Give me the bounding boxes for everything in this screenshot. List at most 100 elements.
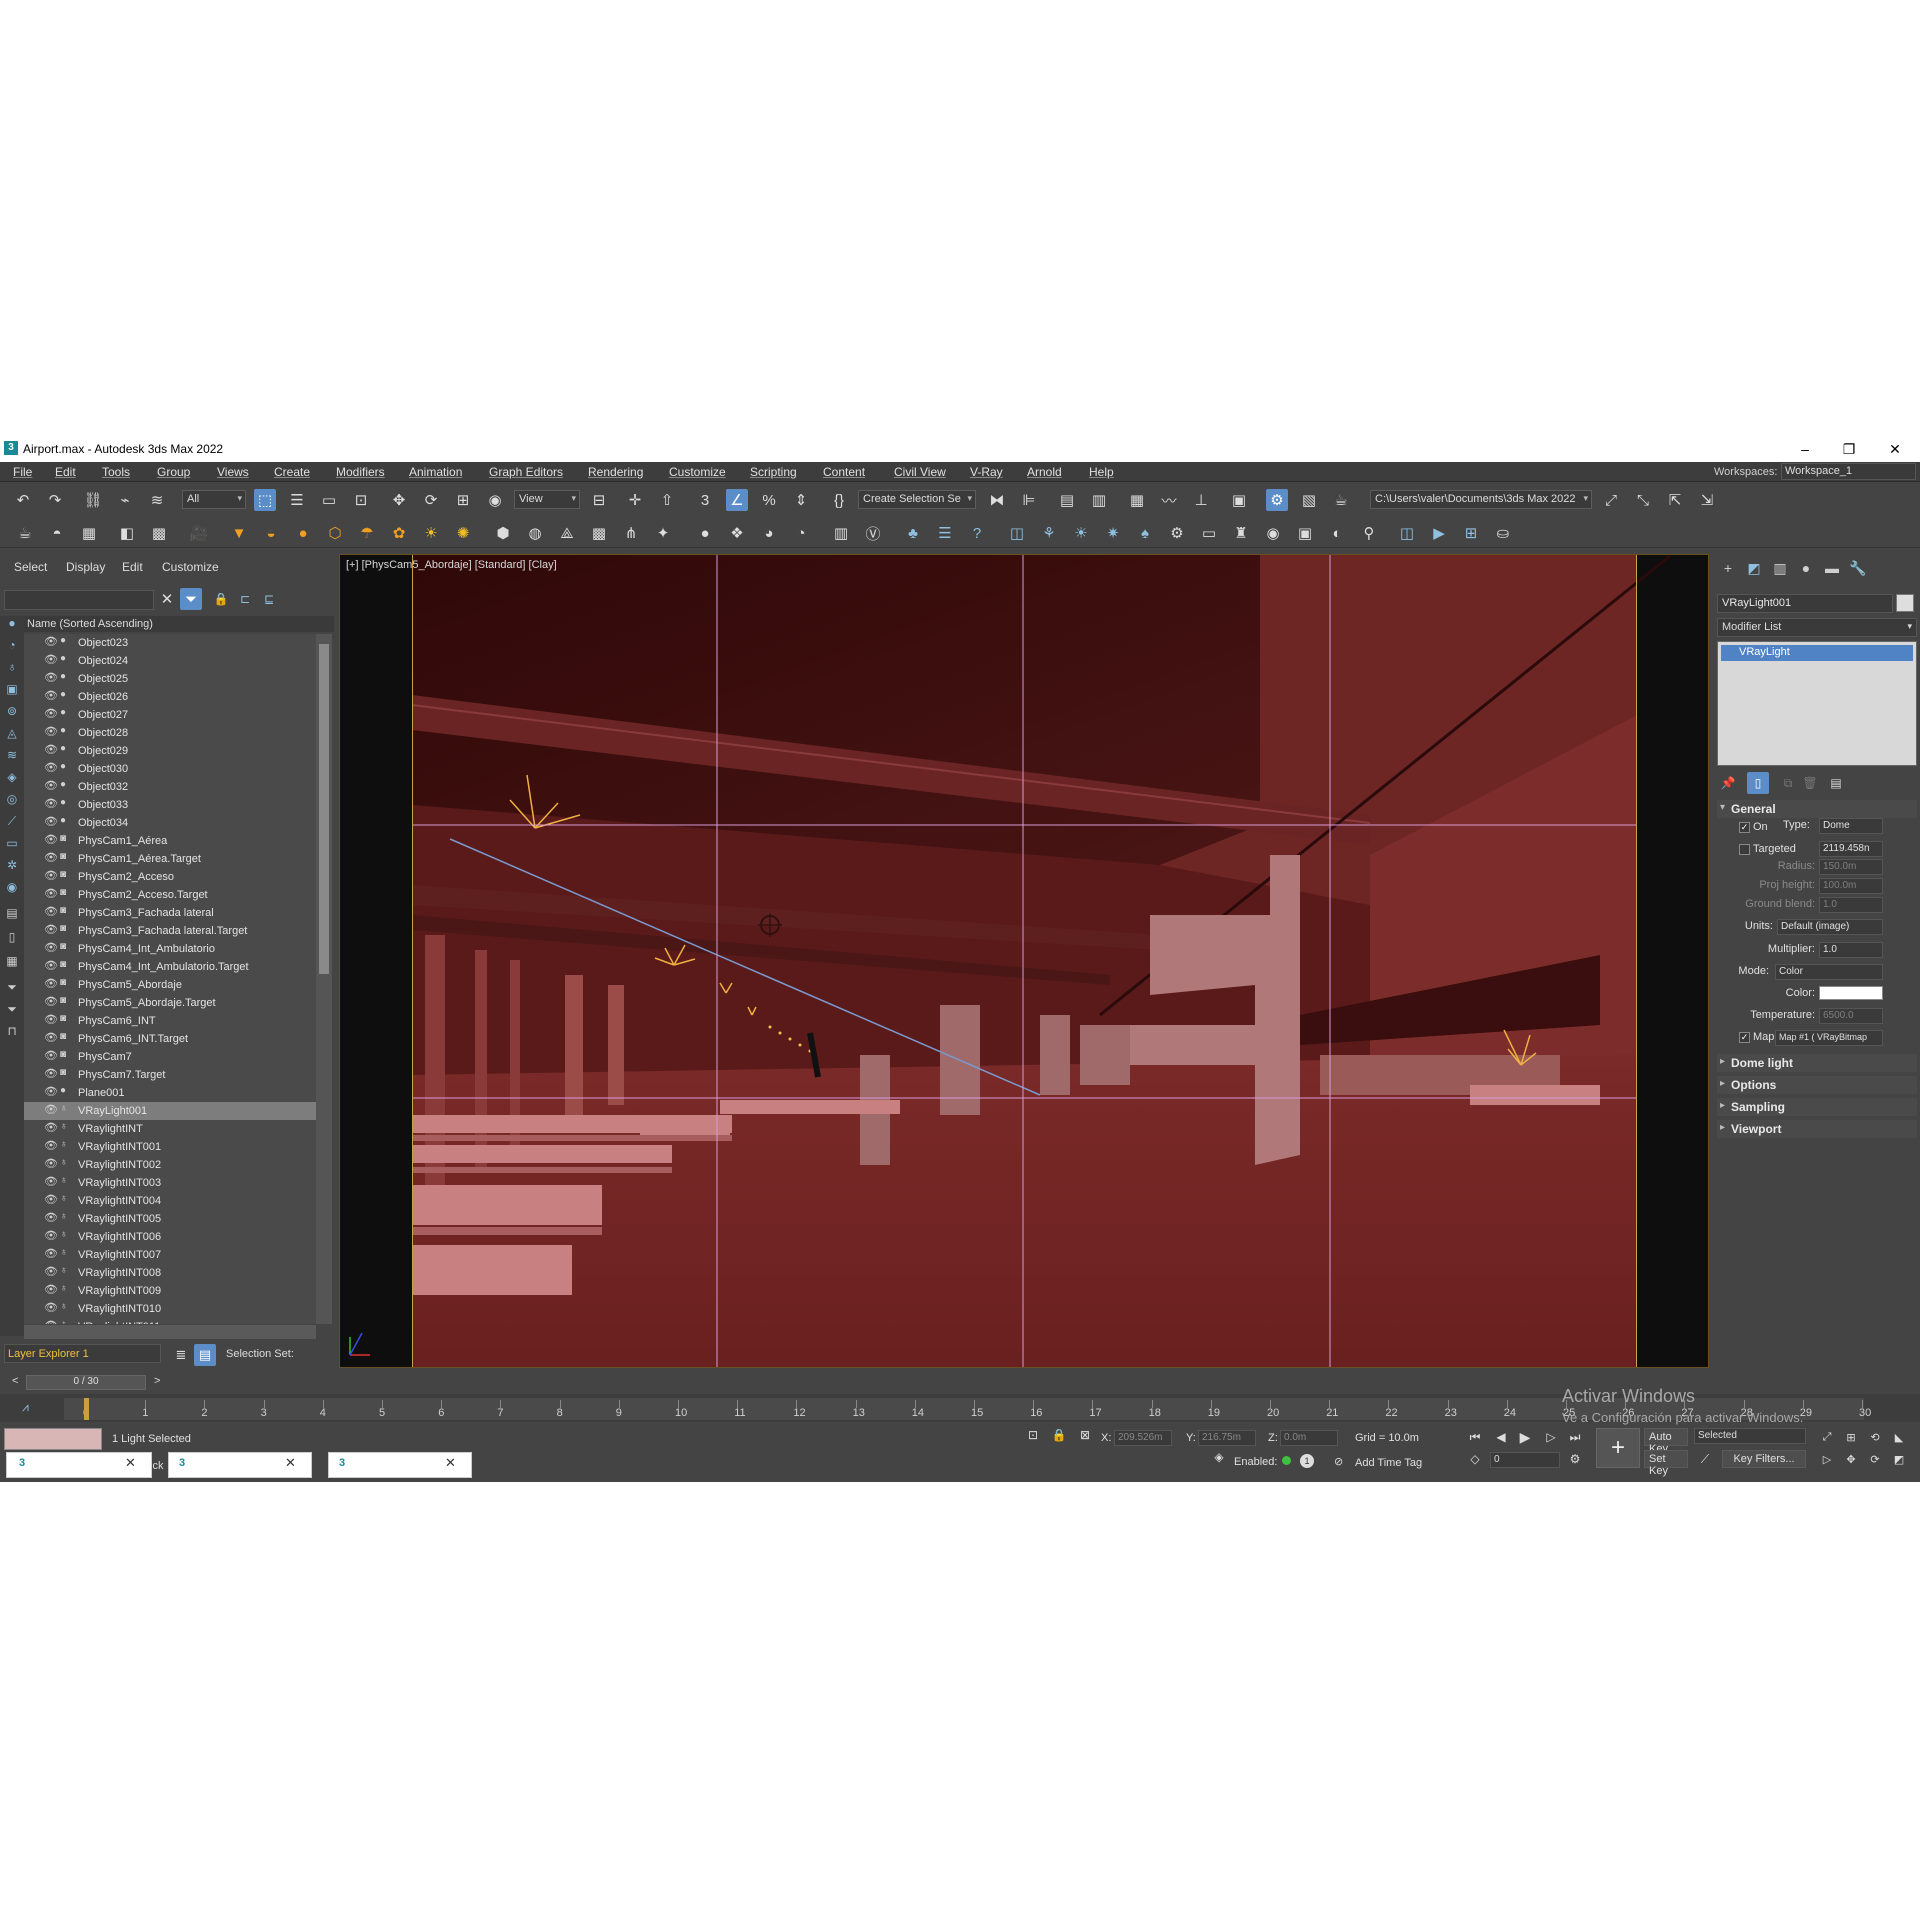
render-icon[interactable]: ◓ [46,522,68,544]
taskbar-thumb-2[interactable]: 3 ✕ [168,1452,312,1478]
remove-modifier-icon[interactable]: 🗑 [1799,772,1821,794]
taskbar-thumb-1[interactable]: 3 ✕ [6,1452,152,1478]
explorer-scroll-thumb[interactable] [319,644,329,974]
light-type-icon[interactable]: ♁ [60,1247,68,1258]
menu-file[interactable]: File [13,465,32,479]
thumb-close-icon[interactable]: ✕ [285,1455,296,1471]
list-item[interactable]: 👁 ◙ PhysCam6_INT [24,1012,316,1030]
display-none-icon[interactable]: ▯ [4,930,20,946]
arnold-render-icon[interactable]: ▥ [830,522,852,544]
visibility-eye-icon[interactable]: 👁 [44,797,58,810]
field-of-view-icon[interactable]: ◣ [1888,1426,1910,1448]
visibility-eye-icon[interactable]: 👁 [44,1049,58,1062]
list-item[interactable]: 👁 ● Object030 [24,760,316,778]
motion-tab-icon[interactable]: ● [1795,560,1817,578]
spinner-snap-icon[interactable]: ⇕ [790,489,812,511]
explorer-vertical-scrollbar[interactable] [316,634,332,1324]
visibility-eye-icon[interactable]: 👁 [44,1085,58,1098]
camera-type-icon[interactable]: ◙ [60,833,66,844]
list-item[interactable]: 👁 ♁ VRaylightINT007 [24,1246,316,1264]
camera-type-icon[interactable]: ◙ [60,1031,66,1042]
project-settings-icon[interactable]: ⇲ [1696,489,1718,511]
redo-icon[interactable]: ↷ [44,489,66,511]
zoom-all-icon[interactable]: ⊞ [1840,1426,1862,1448]
camera-type-icon[interactable]: ◙ [60,851,66,862]
menu-animation[interactable]: Animation [409,465,462,479]
light-type-icon[interactable]: ♁ [60,1211,68,1222]
arnold-balloon-icon[interactable]: ◐ [1326,522,1348,544]
box-icon[interactable]: ⬢ [492,522,514,544]
undo-icon[interactable]: ↶ [12,489,34,511]
targeted-spinner[interactable]: 2119.458n [1819,841,1883,857]
menu-tools[interactable]: Tools [102,465,130,479]
display-all-icon[interactable]: ▤ [4,906,20,922]
camera-type-icon[interactable]: ◙ [60,1067,66,1078]
rollout-sampling[interactable]: Sampling [1717,1098,1917,1116]
list-item[interactable]: 👁 ◙ PhysCam5_Abordaje.Target [24,994,316,1012]
arnold-sky-icon[interactable]: ✷ [1102,522,1124,544]
visibility-eye-icon[interactable]: 👁 [44,671,58,684]
explorer-menu-edit[interactable]: Edit [122,560,143,574]
menu-graph-editors[interactable]: Graph Editors [489,465,563,479]
previous-frame-icon[interactable]: ◀ [1490,1426,1512,1448]
layer-explorer-dropdown[interactable]: Layer Explorer 1 [4,1344,161,1363]
menu-create[interactable]: Create [274,465,310,479]
key-filters-button[interactable]: Key Filters... [1722,1450,1806,1468]
ref-coord-dropdown[interactable]: View [514,490,580,509]
time-prev-icon[interactable]: < [12,1375,18,1387]
visibility-eye-icon[interactable]: 👁 [44,995,58,1008]
list-item[interactable]: 👁 ♁ VRaylightINT006 [24,1228,316,1246]
sun-icon[interactable]: ☀ [420,522,442,544]
clear-search-icon[interactable]: ✕ [156,588,178,610]
go-to-end-icon[interactable]: ⏭ [1564,1426,1586,1448]
walkthrough-icon[interactable]: ▷ [1816,1448,1838,1470]
set-project-icon[interactable]: ⤢ [1600,489,1622,511]
next-frame-icon[interactable]: ▷ [1540,1426,1562,1448]
selection-lock-icon[interactable]: 🔒 [1048,1424,1070,1446]
menu-views[interactable]: Views [217,465,249,479]
light-type-icon[interactable]: ♁ [60,1301,68,1312]
window-crossing-icon[interactable]: ⊡ [350,489,372,511]
menu-rendering[interactable]: Rendering [588,465,643,479]
visibility-eye-icon[interactable]: 👁 [44,743,58,756]
visibility-eye-icon[interactable]: 👁 [44,833,58,846]
filter-particles-icon[interactable]: ✲ [4,858,20,874]
filter-frozen-icon[interactable]: ▭ [4,836,20,852]
visibility-eye-icon[interactable]: 👁 [44,707,58,720]
list-item[interactable]: 👁 ♁ VRaylightINT002 [24,1156,316,1174]
list-item[interactable]: 👁 ♁ VRayLight001 [24,1102,316,1120]
bind-spacewarp-icon[interactable]: ≋ [146,489,168,511]
rectangular-selection-icon[interactable]: ▭ [318,489,340,511]
list-item[interactable]: 👁 ♁ VRaylightINT009 [24,1282,316,1300]
list-item[interactable]: 👁 ● Object026 [24,688,316,706]
layer-sort-icon[interactable]: ▤ [194,1344,216,1366]
pin-stack-icon[interactable]: 📌 [1717,772,1739,794]
radius-spinner[interactable]: 150.0m [1819,859,1883,875]
key-mode-icon[interactable]: ◇ [1464,1448,1486,1470]
mode-dropdown[interactable]: Color [1775,964,1883,980]
visibility-eye-icon[interactable]: 👁 [44,959,58,972]
keyboard-shortcut-icon[interactable]: ⇧ [656,489,678,511]
geometry-type-icon[interactable]: ● [60,1085,66,1096]
visibility-eye-icon[interactable]: 👁 [44,1157,58,1170]
light-type-icon[interactable]: ♁ [60,1121,68,1132]
hierarchy-icon[interactable]: ⊏ [234,588,256,610]
time-tag-icon[interactable]: ⊘ [1334,1455,1343,1468]
arnold-scene-icon[interactable]: ⚘ [1038,522,1060,544]
filter-funnel2-icon[interactable]: ⏷ [4,1002,20,1018]
filter-lights-icon[interactable]: ♁ [4,660,20,676]
add-time-tag[interactable]: Add Time Tag [1355,1457,1422,1469]
curve-editor-mini-icon[interactable]: ⩘ [22,1400,29,1415]
list-item[interactable]: 👁 ◙ PhysCam2_Acceso [24,868,316,886]
list-item[interactable]: 👁 ● Object024 [24,652,316,670]
scatter-icon[interactable]: ▩ [148,522,170,544]
help-icon[interactable]: ? [966,522,988,544]
configure-sets-icon[interactable]: ▤ [1825,772,1847,794]
filter-helpers-icon[interactable]: ⊚ [4,704,20,720]
curve-editor-icon[interactable]: 〰 [1158,489,1180,511]
list-item[interactable]: 👁 ◙ PhysCam5_Abordaje [24,976,316,994]
z-coordinate-field[interactable]: 0.0m [1280,1430,1338,1446]
edit-named-selection-icon[interactable]: {} [828,489,850,511]
geometry-type-icon[interactable]: ● [60,671,66,682]
ambient-light-icon[interactable]: ✺ [452,522,474,544]
